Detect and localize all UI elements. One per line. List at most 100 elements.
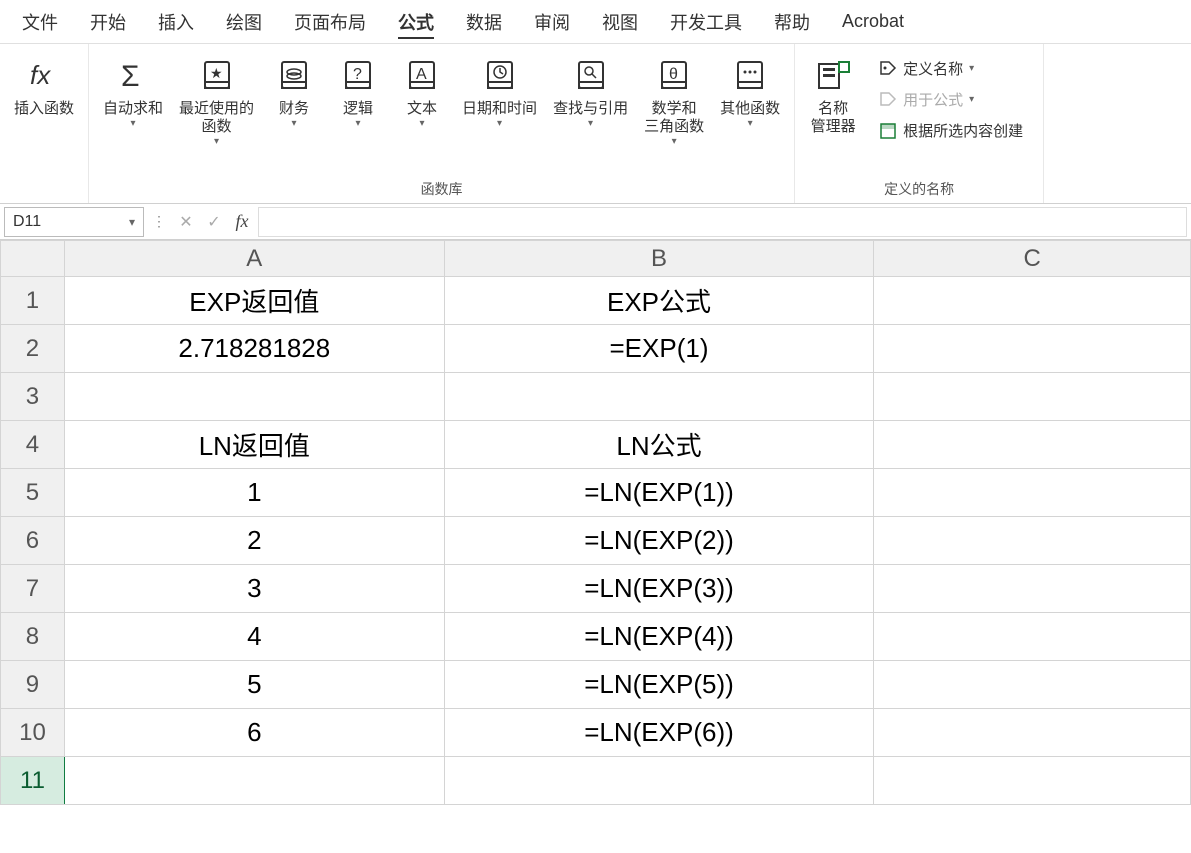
cell-B9[interactable]: =LN(EXP(5)) (444, 661, 874, 709)
cell-C3[interactable] (874, 373, 1191, 421)
cell-A7[interactable]: 3 (64, 565, 444, 613)
row-header-1[interactable]: 1 (1, 277, 65, 325)
fx-icon[interactable]: fx (230, 210, 254, 234)
cell-B2[interactable]: =EXP(1) (444, 325, 874, 373)
menu-file[interactable]: 文件 (8, 3, 72, 41)
row-header-2[interactable]: 2 (1, 325, 65, 373)
menu-data[interactable]: 数据 (452, 3, 516, 41)
select-all-corner[interactable] (1, 241, 65, 277)
row-header-10[interactable]: 10 (1, 709, 65, 757)
lookup-button[interactable]: 查找与引用▾ (547, 52, 634, 134)
cell-B1[interactable]: EXP公式 (444, 277, 874, 325)
cell-B10[interactable]: =LN(EXP(6)) (444, 709, 874, 757)
cell-C8[interactable] (874, 613, 1191, 661)
cell-C5[interactable] (874, 469, 1191, 517)
chevron-down-icon: ▾ (748, 118, 753, 130)
svg-text:?: ? (353, 66, 362, 83)
menu-view[interactable]: 视图 (588, 3, 652, 41)
function-library-group-label: 函数库 (421, 175, 463, 199)
cell-A4[interactable]: LN返回值 (64, 421, 444, 469)
row-header-4[interactable]: 4 (1, 421, 65, 469)
cell-A5[interactable]: 1 (64, 469, 444, 517)
question-book-icon: ? (338, 56, 378, 96)
cell-C11[interactable] (874, 757, 1191, 805)
formula-tag-icon (879, 91, 897, 109)
lookup-label: 查找与引用 (553, 100, 628, 118)
row-header-3[interactable]: 3 (1, 373, 65, 421)
cell-B11[interactable] (444, 757, 874, 805)
autosum-button[interactable]: Σ 自动求和▾ (97, 52, 169, 134)
datetime-button[interactable]: 日期和时间▾ (456, 52, 543, 134)
cell-A2[interactable]: 2.718281828 (64, 325, 444, 373)
financial-label: 财务 (279, 100, 309, 118)
svg-text:A: A (416, 66, 427, 83)
menu-home[interactable]: 开始 (76, 3, 140, 41)
ribbon-group-function-library: Σ 自动求和▾ ★ 最近使用的 函数▾ 财务▾ ? 逻辑▾ A 文本▾ 日期和时 (89, 44, 795, 203)
cell-B4[interactable]: LN公式 (444, 421, 874, 469)
sigma-icon: Σ (113, 56, 153, 96)
cell-B7[interactable]: =LN(EXP(3)) (444, 565, 874, 613)
menu-help[interactable]: 帮助 (760, 3, 824, 41)
row-header-9[interactable]: 9 (1, 661, 65, 709)
spreadsheet-grid[interactable]: A B C 1EXP返回值EXP公式22.718281828=EXP(1)34L… (0, 240, 1191, 853)
cell-C2[interactable] (874, 325, 1191, 373)
menu-insert[interactable]: 插入 (144, 3, 208, 41)
row-header-5[interactable]: 5 (1, 469, 65, 517)
create-from-selection-button[interactable]: 根据所选内容创建 (875, 118, 1027, 143)
cell-B5[interactable]: =LN(EXP(1)) (444, 469, 874, 517)
cell-C7[interactable] (874, 565, 1191, 613)
clock-book-icon (480, 56, 520, 96)
chevron-down-icon: ▾ (356, 118, 361, 130)
cell-A11[interactable] (64, 757, 444, 805)
cell-C9[interactable] (874, 661, 1191, 709)
financial-button[interactable]: 财务▾ (264, 52, 324, 134)
cancel-formula-icon[interactable]: ✕ (174, 210, 198, 234)
cell-A3[interactable] (64, 373, 444, 421)
menu-formulas[interactable]: 公式 (384, 3, 448, 41)
cell-B8[interactable]: =LN(EXP(4)) (444, 613, 874, 661)
text-button[interactable]: A 文本▾ (392, 52, 452, 134)
name-box[interactable]: D11 ▾ (4, 207, 144, 237)
menu-acrobat[interactable]: Acrobat (828, 5, 918, 38)
name-manager-button[interactable]: 名称 管理器 (803, 52, 863, 140)
menu-developer[interactable]: 开发工具 (656, 3, 756, 41)
cell-C6[interactable] (874, 517, 1191, 565)
cell-B6[interactable]: =LN(EXP(2)) (444, 517, 874, 565)
insert-function-button[interactable]: fx 插入函数 (8, 52, 80, 122)
row-header-7[interactable]: 7 (1, 565, 65, 613)
cell-C10[interactable] (874, 709, 1191, 757)
menu-draw[interactable]: 绘图 (212, 3, 276, 41)
cell-B3[interactable] (444, 373, 874, 421)
define-name-button[interactable]: 定义名称 ▾ (875, 56, 1027, 81)
row-header-11[interactable]: 11 (1, 757, 65, 805)
column-header-B[interactable]: B (444, 241, 874, 277)
cell-A9[interactable]: 5 (64, 661, 444, 709)
formula-input[interactable] (258, 207, 1187, 237)
logical-button[interactable]: ? 逻辑▾ (328, 52, 388, 134)
use-in-formula-button: 用于公式 ▾ (875, 87, 1027, 112)
math-trig-button[interactable]: θ 数学和 三角函数▾ (638, 52, 710, 152)
accept-formula-icon[interactable]: ✓ (202, 210, 226, 234)
cell-C1[interactable] (874, 277, 1191, 325)
cell-A8[interactable]: 4 (64, 613, 444, 661)
chevron-down-icon: ▾ (292, 118, 297, 130)
name-manager-icon (813, 56, 853, 96)
column-header-A[interactable]: A (64, 241, 444, 277)
name-manager-label: 名称 管理器 (811, 100, 856, 136)
cell-A1[interactable]: EXP返回值 (64, 277, 444, 325)
cell-C4[interactable] (874, 421, 1191, 469)
cell-A10[interactable]: 6 (64, 709, 444, 757)
insert-function-label: 插入函数 (14, 100, 74, 118)
star-book-icon: ★ (197, 56, 237, 96)
cell-A6[interactable]: 2 (64, 517, 444, 565)
define-name-label: 定义名称 (903, 58, 963, 79)
menu-page-layout[interactable]: 页面布局 (280, 3, 380, 41)
recent-functions-button[interactable]: ★ 最近使用的 函数▾ (173, 52, 260, 152)
more-functions-button[interactable]: 其他函数▾ (714, 52, 786, 134)
row-header-6[interactable]: 6 (1, 517, 65, 565)
column-header-C[interactable]: C (874, 241, 1191, 277)
row-header-8[interactable]: 8 (1, 613, 65, 661)
menu-review[interactable]: 审阅 (520, 3, 584, 41)
chevron-down-icon: ▾ (420, 118, 425, 130)
ribbon-group-defined-names: 名称 管理器 定义名称 ▾ 用于公式 ▾ 根据所选内容创建 定义的 (795, 44, 1044, 203)
